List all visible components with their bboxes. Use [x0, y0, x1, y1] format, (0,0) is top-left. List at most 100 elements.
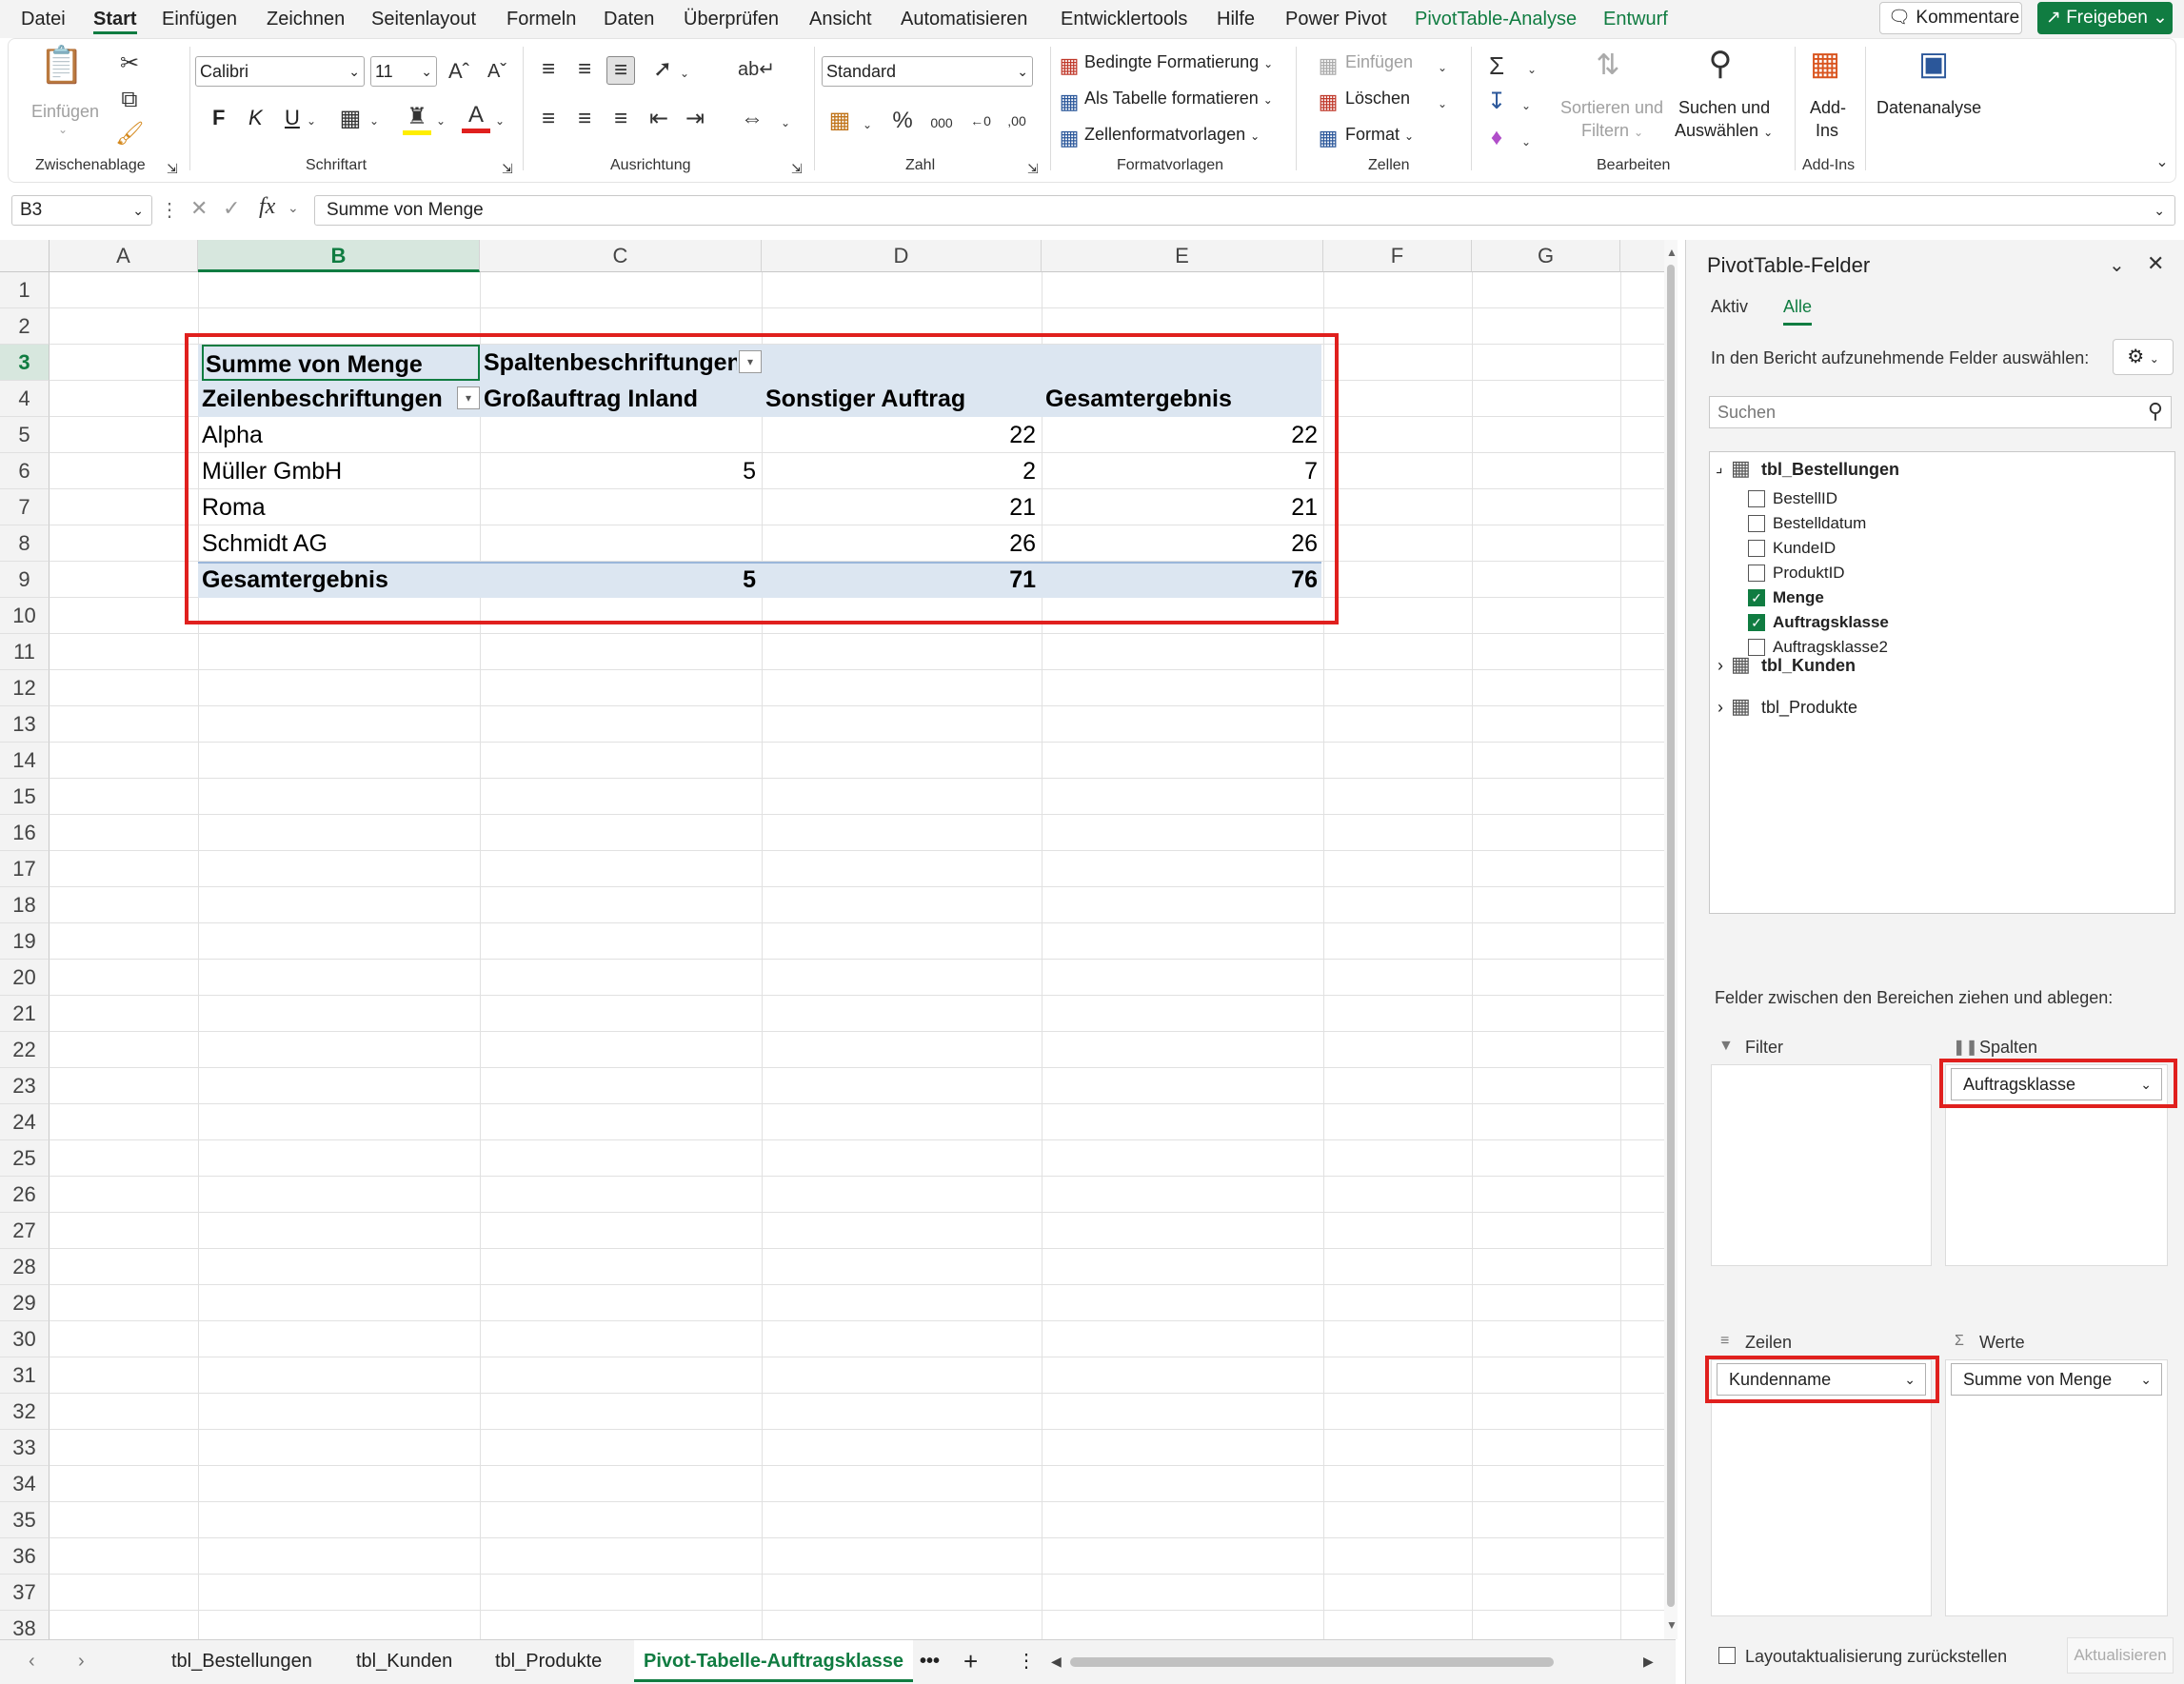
expand-icon[interactable]: ›	[1717, 656, 1723, 676]
values-field-chip[interactable]: Summe von Menge ⌄	[1951, 1363, 2162, 1396]
sheet-tab-tbl-produkte[interactable]: tbl_Produkte	[495, 1640, 602, 1682]
row-header[interactable]: 25	[0, 1140, 50, 1177]
row-header[interactable]: 35	[0, 1502, 50, 1538]
format-painter-icon[interactable]: 🖌	[115, 121, 144, 148]
dialog-launcher-icon[interactable]: ⇲	[167, 155, 178, 182]
chevron-down-icon[interactable]: ⌄	[860, 111, 875, 138]
menu-tab-zeichnen[interactable]: Zeichnen	[267, 0, 345, 38]
add-ins-button[interactable]: Add-	[1810, 98, 1846, 118]
find-select-button[interactable]: Suchen und	[1678, 98, 1770, 118]
close-icon[interactable]: ✕	[2147, 251, 2164, 276]
sheet-tab-tbl-bestellungen[interactable]: tbl_Bestellungen	[171, 1640, 312, 1682]
chevron-down-icon[interactable]: ⌄	[1519, 129, 1534, 155]
column-header-a[interactable]: A	[50, 240, 198, 272]
underline-button[interactable]: U	[285, 106, 300, 130]
data-analysis-icon[interactable]: ▣	[1913, 48, 1955, 80]
row-header[interactable]: 6	[0, 453, 50, 489]
row-header[interactable]: 22	[0, 1032, 50, 1068]
chevron-down-icon[interactable]: ⌄	[1519, 92, 1534, 119]
horizontal-scrollbar-thumb[interactable]	[1070, 1657, 1554, 1667]
menu-tab-einfuegen[interactable]: Einfügen	[162, 0, 237, 38]
name-box[interactable]: B3 ⌄	[11, 195, 152, 226]
format-as-table-icon[interactable]: ▦	[1056, 89, 1082, 115]
chevron-down-icon[interactable]: ⌄	[1524, 56, 1539, 83]
table-name-tbl-bestellungen[interactable]: tbl_Bestellungen	[1761, 460, 1899, 480]
field-checkbox[interactable]: ✓	[1748, 589, 1765, 606]
delete-cells-button[interactable]: Löschen	[1345, 89, 1410, 109]
dialog-launcher-icon[interactable]: ⇲	[502, 155, 513, 182]
row-header[interactable]: 30	[0, 1321, 50, 1357]
sort-filter-icon[interactable]: ⇅	[1589, 51, 1627, 80]
row-header[interactable]: 17	[0, 851, 50, 887]
column-header-b[interactable]: B	[198, 240, 480, 272]
more-options-icon[interactable]: ⋮	[160, 198, 179, 222]
thousands-separator-icon[interactable]: 000	[924, 109, 959, 136]
fill-color-icon[interactable]: ♜	[403, 104, 431, 135]
row-header[interactable]: 37	[0, 1575, 50, 1611]
orientation-icon[interactable]: ➚	[648, 56, 677, 83]
menu-tab-entwurf[interactable]: Entwurf	[1603, 0, 1668, 38]
field-label[interactable]: KundeID	[1773, 539, 1836, 558]
vertical-scrollbar[interactable]: ▲ ▼	[1664, 240, 1678, 1639]
scroll-left-icon[interactable]: ◀	[1051, 1654, 1062, 1670]
align-middle-icon[interactable]: ≡	[570, 56, 599, 83]
menu-tab-formeln[interactable]: Formeln	[506, 0, 576, 38]
row-header[interactable]: 16	[0, 815, 50, 851]
decrease-indent-icon[interactable]: ⇤	[645, 106, 673, 132]
format-cells-icon[interactable]: ▦	[1315, 125, 1341, 151]
update-button[interactable]: Aktualisieren	[2067, 1637, 2174, 1674]
row-header[interactable]: 33	[0, 1430, 50, 1466]
align-center-icon[interactable]: ≡	[570, 106, 599, 132]
field-label[interactable]: Bestelldatum	[1773, 514, 1866, 533]
conditional-formatting-button[interactable]: Bedingte Formatierung ⌄	[1084, 52, 1273, 72]
align-right-icon[interactable]: ≡	[606, 106, 635, 132]
column-header-f[interactable]: F	[1323, 240, 1472, 272]
format-cells-button[interactable]: Format ⌄	[1345, 125, 1414, 145]
sheet-tab-tbl-kunden[interactable]: tbl_Kunden	[356, 1640, 452, 1682]
scroll-down-icon[interactable]: ▼	[1666, 1618, 1678, 1632]
add-ins-icon[interactable]: ▦	[1804, 48, 1846, 80]
chevron-down-icon[interactable]: ⌄	[778, 109, 793, 136]
chevron-down-icon[interactable]: ⌄	[58, 123, 68, 136]
currency-icon[interactable]: ▦	[825, 108, 854, 134]
cell-styles-button[interactable]: Zellenformatvorlagen ⌄	[1084, 125, 1260, 145]
search-icon[interactable]: ⚲	[1701, 48, 1739, 80]
font-size-select[interactable]: 11 ⌄	[370, 56, 437, 87]
insert-cells-icon[interactable]: ▦	[1315, 52, 1341, 79]
field-checkbox[interactable]	[1748, 515, 1765, 532]
scroll-up-icon[interactable]: ▲	[1666, 246, 1678, 259]
dialog-launcher-icon[interactable]: ⇲	[791, 155, 803, 182]
decrease-decimal-icon[interactable]: ,00	[1003, 108, 1031, 134]
scroll-right-icon[interactable]: ▶	[1643, 1654, 1654, 1670]
menu-tab-start[interactable]: Start	[93, 0, 137, 38]
chevron-down-icon[interactable]: ⌄	[492, 108, 507, 134]
field-checkbox[interactable]	[1748, 540, 1765, 557]
table-name-tbl-kunden[interactable]: tbl_Kunden	[1761, 656, 1856, 676]
row-header[interactable]: 10	[0, 598, 50, 634]
sheet-options-icon[interactable]: ⋮	[1017, 1640, 1036, 1682]
column-header-d[interactable]: D	[762, 240, 1042, 272]
borders-icon[interactable]: ▦	[336, 106, 365, 132]
chevron-down-icon[interactable]: ⌄	[1435, 90, 1450, 117]
formula-input[interactable]: Summe von Menge ⌄	[314, 195, 2175, 226]
column-header-e[interactable]: E	[1042, 240, 1323, 272]
comments-button[interactable]: 🗨 Kommentare	[1879, 2, 2022, 34]
defer-layout-checkbox[interactable]	[1718, 1647, 1736, 1664]
row-header[interactable]: 2	[0, 308, 50, 345]
row-header[interactable]: 24	[0, 1104, 50, 1140]
field-checkbox[interactable]	[1748, 490, 1765, 507]
row-header[interactable]: 1	[0, 272, 50, 308]
paste-button[interactable]: Einfügen	[31, 102, 99, 122]
cancel-icon[interactable]: ✕	[190, 196, 208, 221]
row-header[interactable]: 34	[0, 1466, 50, 1502]
row-header[interactable]: 21	[0, 996, 50, 1032]
field-checkbox[interactable]: ✓	[1748, 614, 1765, 631]
font-color-icon[interactable]: A	[462, 102, 490, 133]
field-search-input[interactable]: Suchen ⚲	[1709, 396, 2172, 428]
row-header[interactable]: 36	[0, 1538, 50, 1575]
align-left-icon[interactable]: ≡	[534, 106, 563, 132]
clear-icon[interactable]: ♦	[1482, 125, 1511, 151]
collapse-ribbon-icon[interactable]: ⌄	[2153, 149, 2172, 176]
sort-filter-button[interactable]: Sortieren und	[1560, 98, 1663, 118]
field-label[interactable]: BestellID	[1773, 489, 1837, 508]
